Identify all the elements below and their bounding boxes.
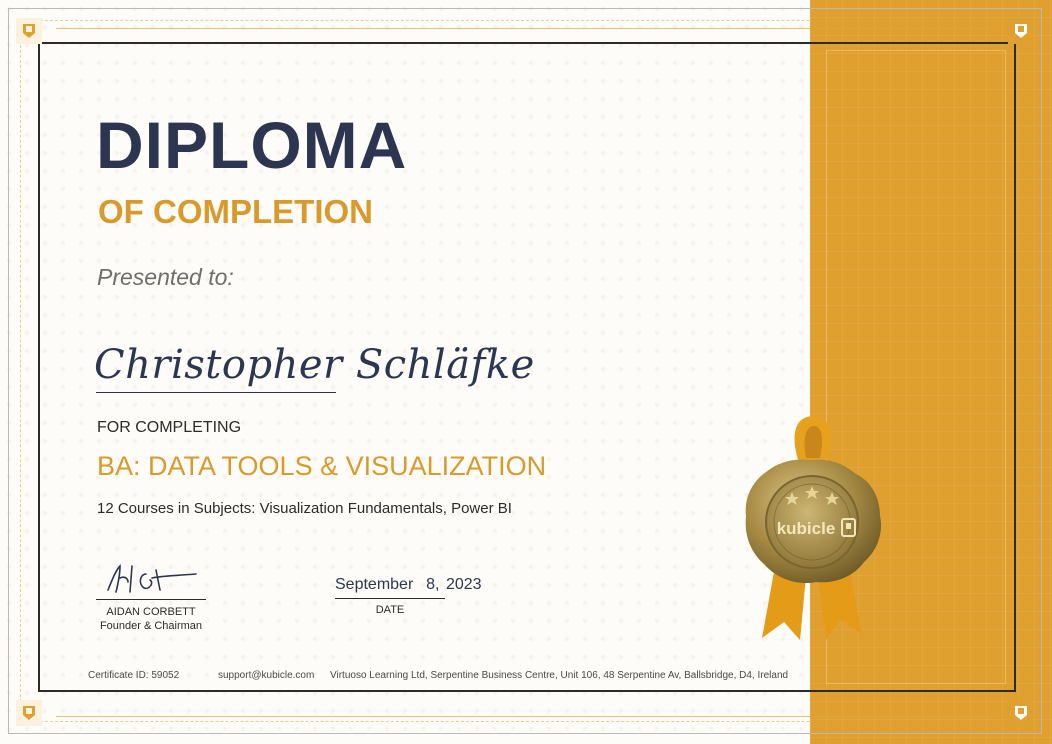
- diploma-title: DIPLOMA: [96, 108, 408, 182]
- top-gold-line: [56, 28, 996, 29]
- wax-seal-icon: kubicle: [745, 416, 882, 640]
- seal-brand-text: kubicle: [777, 519, 836, 538]
- certificate-id: Certificate ID: 59052: [88, 670, 180, 681]
- signature-line: [96, 599, 206, 600]
- company-address: Virtuoso Learning Ltd, Serpentine Busine…: [330, 670, 789, 681]
- diploma-subtitle: OF COMPLETION: [98, 193, 373, 230]
- signatory-name: AIDAN CORBETT: [106, 606, 196, 618]
- support-email-link[interactable]: support@kubicle.com: [218, 671, 314, 681]
- corner-shield-icon-top-right: [1008, 18, 1034, 44]
- bottom-gold-line: [56, 716, 996, 717]
- recipient-underline: [96, 392, 336, 393]
- for-completing-label: FOR COMPLETING: [97, 419, 242, 436]
- course-detail: 12 Courses in Subjects: Visualization Fu…: [97, 500, 512, 517]
- diploma-certificate: DIPLOMA OF COMPLETION Presented to: Chri…: [0, 0, 1052, 744]
- date-label: DATE: [375, 604, 405, 616]
- completion-date: September 8, 2023: [335, 576, 482, 593]
- recipient-name: Christopher Schläfke: [94, 342, 535, 388]
- signature-icon: [107, 564, 197, 593]
- signatory-role: Founder & Chairman: [99, 620, 203, 632]
- course-title: BA: DATA TOOLS & VISUALIZATION: [97, 451, 547, 481]
- corner-shield-icon-top-left: [16, 18, 42, 44]
- corner-shield-icon-bottom-right: [1008, 700, 1034, 726]
- date-line: [335, 598, 445, 599]
- presented-label: Presented to:: [97, 264, 234, 290]
- corner-shield-icon-bottom-left: [16, 700, 42, 726]
